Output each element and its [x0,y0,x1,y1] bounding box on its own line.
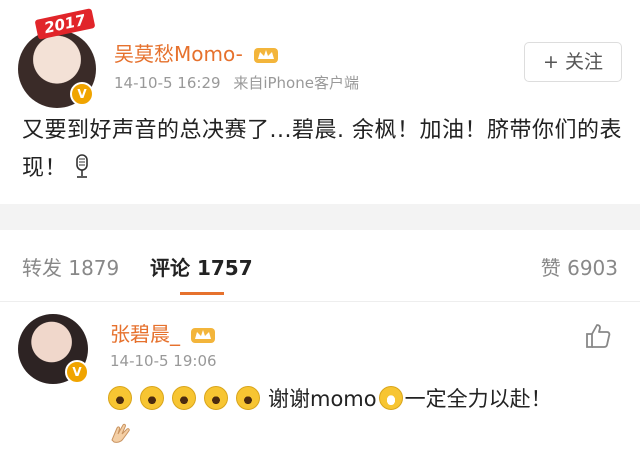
comment-time: 14-10-5 19:06 [110,352,217,370]
clapping-hands-icon [111,423,130,443]
grin-emoji-icon [378,386,403,410]
post-time: 14-10-5 16:29 [114,74,221,92]
microphone-icon [76,154,88,178]
post-text-content: 又要到好声音的总决赛了...碧晨. 余枫！加油！脐带你们的表现！ [22,118,622,181]
tab-repost[interactable]: 转发 1879 [22,252,119,281]
laughing-emoji-icon [236,386,260,410]
crown-icon [254,48,279,63]
tab-likes[interactable]: 赞 6903 [541,252,618,281]
post-meta: 14-10-5 16:29 来自iPhone客户端 [114,72,359,93]
active-tab-indicator [180,292,224,295]
comment-text: 谢谢momo 一定全力以赴！ [108,382,628,450]
laughing-emoji-icon [140,386,164,410]
commenter-username[interactable]: 张碧晨_ [110,318,216,347]
interaction-tabs: 转发 1879 评论 1757 赞 6903 [0,230,640,302]
laughing-emoji-icon [108,386,132,410]
tabs-divider [0,301,640,302]
post-username[interactable]: 吴莫愁Momo- [114,38,279,67]
comment-text-part-1: 谢谢momo [268,387,377,411]
thumbs-up-icon[interactable] [584,322,612,350]
laughing-emoji-icon [172,386,196,410]
verified-icon: V [65,360,89,384]
follow-button[interactable]: + 关注 [524,42,622,82]
post-text: 又要到好声音的总决赛了...碧晨. 余枫！加油！脐带你们的表现！ [22,112,622,188]
crown-icon [191,328,216,343]
post-source: 来自iPhone客户端 [233,74,359,92]
post-username-text[interactable]: 吴莫愁Momo- [114,42,243,66]
commenter-username-text[interactable]: 张碧晨_ [110,322,180,346]
weibo-post: 2017 V 吴莫愁Momo- 14-10-5 16:29 来自iPhone客户… [0,0,640,200]
comment-text-part-2: 一定全力以赴！ [404,387,552,411]
verified-icon: V [70,82,94,106]
laughing-emoji-icon [204,386,228,410]
section-divider [0,204,640,230]
tab-comments[interactable]: 评论 1757 [150,252,253,281]
